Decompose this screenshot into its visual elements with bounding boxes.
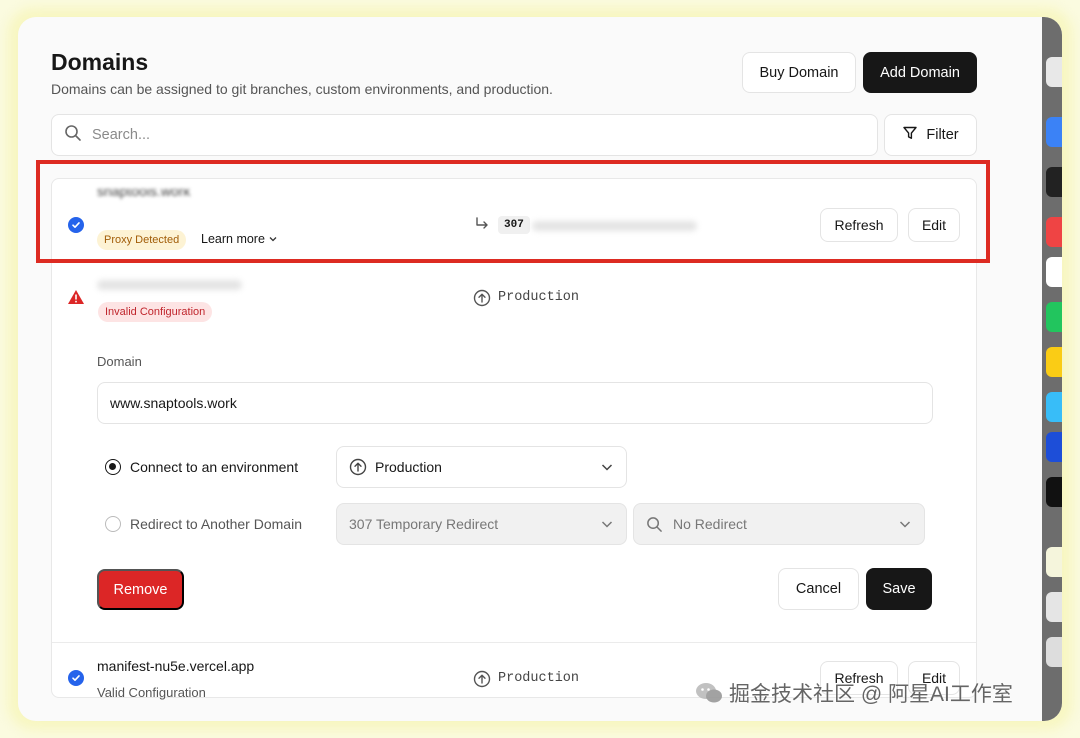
- buy-domain-button[interactable]: Buy Domain: [742, 52, 856, 93]
- chevron-down-icon: [269, 237, 277, 242]
- filter-label: Filter: [926, 127, 959, 143]
- page-title: Domains: [51, 49, 149, 75]
- domain-list: snaptools.work Proxy Detected Learn more…: [51, 178, 977, 700]
- dock-app-icon[interactable]: [1046, 57, 1062, 87]
- dock-app-icon[interactable]: [1046, 302, 1062, 332]
- domain-name: snaptools.work: [97, 189, 191, 199]
- warning-icon: [67, 289, 85, 310]
- environment-label: Production: [498, 290, 580, 305]
- redirect-arrow-icon: [474, 216, 490, 237]
- production-arrow-icon: [349, 458, 367, 476]
- redirect-target-redacted: [532, 221, 697, 231]
- domain-name-redacted: [97, 280, 242, 290]
- connect-environment-radio[interactable]: [105, 459, 121, 475]
- redirect-target-value: No Redirect: [673, 516, 747, 532]
- chevron-down-icon: [601, 521, 613, 528]
- domain-field-label: Domain: [97, 354, 142, 369]
- domain-status: Valid Configuration: [97, 685, 206, 700]
- dock-app-icon[interactable]: [1046, 217, 1062, 247]
- row-divider: [52, 261, 976, 262]
- macos-dock: [1042, 17, 1062, 721]
- learn-more-label: Learn more: [201, 232, 265, 246]
- search-icon: [647, 516, 662, 532]
- row-divider: [52, 642, 976, 643]
- domain-name: manifest-nu5e.vercel.app: [97, 658, 255, 674]
- dock-app-icon[interactable]: [1046, 477, 1062, 507]
- cancel-button[interactable]: Cancel: [778, 568, 859, 610]
- filter-button[interactable]: Filter: [884, 114, 977, 156]
- dock-app-icon[interactable]: [1046, 592, 1062, 622]
- redirect-domain-label: Redirect to Another Domain: [130, 516, 302, 532]
- environment-select[interactable]: Production: [336, 446, 627, 488]
- chevron-down-icon: [899, 521, 911, 528]
- redirect-type-select[interactable]: 307 Temporary Redirect: [336, 503, 627, 545]
- verified-check-icon: [68, 670, 84, 686]
- redirect-domain-radio[interactable]: [105, 516, 121, 532]
- page-subtitle: Domains can be assigned to git branches,…: [51, 81, 553, 97]
- invalid-config-badge: Invalid Configuration: [98, 302, 213, 322]
- dock-app-icon[interactable]: [1046, 347, 1062, 377]
- connect-environment-label: Connect to an environment: [130, 459, 299, 475]
- save-button[interactable]: Save: [866, 568, 932, 610]
- environment-select-value: Production: [375, 459, 442, 475]
- dock-app-icon[interactable]: [1046, 257, 1062, 287]
- production-arrow-icon: [473, 670, 491, 693]
- production-arrow-icon: [473, 289, 491, 312]
- wechat-icon: [696, 683, 722, 703]
- redirect-target-select[interactable]: No Redirect: [633, 503, 925, 545]
- edit-button[interactable]: Edit: [908, 208, 960, 242]
- remove-button[interactable]: Remove: [97, 569, 184, 610]
- learn-more-link[interactable]: Learn more: [201, 232, 278, 246]
- redirect-code-badge: 307: [498, 216, 530, 234]
- proxy-detected-badge: Proxy Detected: [97, 230, 187, 250]
- dock-app-icon[interactable]: [1046, 432, 1062, 462]
- dock-app-icon[interactable]: [1046, 117, 1062, 147]
- filter-icon: [902, 125, 918, 145]
- app-window: Domains Domains can be assigned to git b…: [18, 17, 1062, 721]
- domain-field-value: www.snaptools.work: [110, 395, 237, 411]
- watermark: 掘金技术社区 @ 阿星AI工作室: [695, 678, 1013, 708]
- dock-app-icon[interactable]: [1046, 167, 1062, 197]
- redirect-type-value: 307 Temporary Redirect: [349, 516, 499, 532]
- environment-label: Production: [498, 671, 580, 686]
- search-input[interactable]: Search...: [92, 127, 150, 143]
- chevron-down-icon: [601, 464, 613, 471]
- dock-app-icon[interactable]: [1046, 392, 1062, 422]
- watermark-text: 掘金技术社区 @ 阿星AI工作室: [729, 683, 1013, 706]
- domain-field[interactable]: www.snaptools.work: [97, 382, 933, 424]
- verified-check-icon: [68, 217, 84, 233]
- search-icon: [64, 124, 82, 147]
- refresh-button[interactable]: Refresh: [820, 208, 898, 242]
- dock-app-icon[interactable]: [1046, 547, 1062, 577]
- add-domain-button[interactable]: Add Domain: [863, 52, 977, 93]
- search-bar[interactable]: Search...: [51, 114, 878, 156]
- dock-app-icon[interactable]: [1046, 637, 1062, 667]
